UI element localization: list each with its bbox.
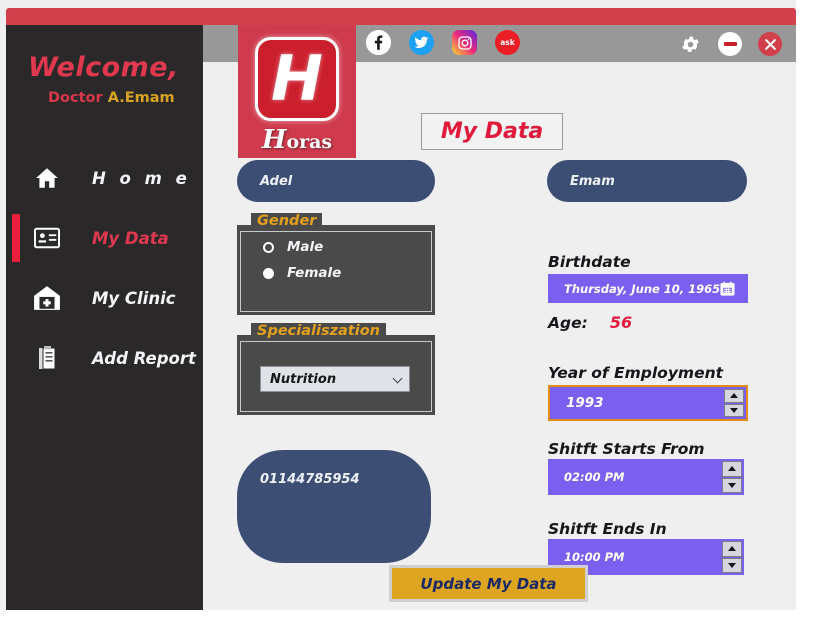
instagram-icon[interactable]	[452, 30, 477, 55]
year-of-employment-value: 1993	[566, 395, 604, 411]
specialization-legend: Specialiszation	[251, 323, 386, 339]
sidebar: Welcome, Doctor A.Emam H o m e My Data M…	[6, 25, 203, 610]
chevron-down-icon	[393, 374, 403, 384]
shift-start-value: 02:00 PM	[564, 470, 625, 484]
triangle-down-icon	[730, 407, 738, 413]
clinic-icon	[30, 281, 64, 315]
spinner-up-button[interactable]	[722, 461, 742, 477]
spinner-control[interactable]	[722, 461, 742, 493]
spinner-down-button[interactable]	[722, 557, 742, 573]
sidebar-item-label: Add Report	[92, 348, 196, 368]
brand-logo-panel: H Horas	[238, 25, 356, 158]
spinner-down-button[interactable]	[724, 403, 744, 417]
horas-logo-icon: H	[255, 37, 339, 121]
sidebar-item-add-report[interactable]: Add Report	[6, 328, 203, 388]
age-label: Age:	[548, 314, 588, 332]
doctor-name-line: Doctor A.Emam	[48, 90, 203, 106]
close-button[interactable]	[758, 32, 782, 56]
minimize-button[interactable]	[718, 32, 742, 56]
sidebar-item-label: My Data	[92, 228, 169, 248]
last-name-input[interactable]: Emam	[547, 160, 747, 202]
radio-label: Female	[287, 265, 342, 281]
doctor-name: A.Emam	[107, 90, 175, 106]
welcome-heading: Welcome,	[28, 52, 179, 83]
triangle-up-icon	[728, 466, 736, 472]
settings-gear-button[interactable]	[678, 32, 702, 56]
application-window: Welcome, Doctor A.Emam H o m e My Data M…	[0, 0, 796, 610]
age-value: 56	[609, 313, 633, 332]
age-row: Age: 56	[548, 313, 632, 332]
main-content: H Horas ask My Data Adel Emam Gender Mal…	[203, 25, 796, 610]
sidebar-item-my-clinic[interactable]: My Clinic	[6, 268, 203, 328]
brand-wordmark-cap: H	[261, 125, 287, 155]
year-of-employment-label: Year of Employment	[548, 364, 724, 382]
sidebar-nav: H o m e My Data My Clinic Add Report	[6, 148, 203, 388]
specialization-value: Nutrition	[270, 371, 337, 387]
logo-letter: H	[271, 42, 323, 115]
id-card-icon	[30, 221, 64, 255]
update-my-data-button[interactable]: Update My Data	[389, 565, 588, 602]
specialization-select[interactable]: Nutrition	[260, 366, 410, 392]
sidebar-item-home[interactable]: H o m e	[6, 148, 203, 208]
radio-male[interactable]: Male	[263, 239, 435, 255]
sidebar-item-my-data[interactable]: My Data	[6, 208, 203, 268]
active-marker	[12, 214, 20, 262]
gender-group: Gender Male Female	[237, 213, 435, 315]
radio-label: Male	[287, 239, 324, 255]
first-name-input[interactable]: Adel	[237, 160, 435, 202]
spinner-up-button[interactable]	[722, 541, 742, 557]
triangle-down-icon	[728, 482, 736, 488]
brand-wordmark: Horas	[238, 125, 356, 155]
triangle-up-icon	[728, 546, 736, 552]
shift-end-label: Shitft Ends In	[548, 520, 667, 538]
sidebar-item-label: My Clinic	[92, 288, 176, 308]
window-controls	[678, 32, 782, 56]
spinner-down-button[interactable]	[722, 477, 742, 493]
triangle-up-icon	[730, 393, 738, 399]
askfm-icon[interactable]: ask	[495, 30, 520, 55]
radio-female[interactable]: Female	[263, 265, 435, 281]
calendar-icon[interactable]	[719, 280, 736, 300]
triangle-down-icon	[728, 562, 736, 568]
facebook-icon[interactable]	[366, 30, 391, 55]
birthdate-picker[interactable]: Thursday, June 10, 1965	[548, 274, 748, 303]
birthdate-value: Thursday, June 10, 1965	[564, 281, 721, 296]
year-of-employment-stepper[interactable]: 1993	[548, 385, 748, 421]
social-links: ask	[366, 30, 520, 55]
spinner-up-button[interactable]	[724, 389, 744, 403]
shift-end-value: 10:00 PM	[564, 550, 625, 564]
home-icon	[30, 161, 64, 195]
clipboard-icon	[30, 341, 64, 375]
spinner-control[interactable]	[722, 541, 742, 573]
radio-dot-icon	[263, 241, 274, 253]
brand-wordmark-rest: oras	[286, 131, 333, 153]
sidebar-item-label: H o m e	[92, 168, 191, 188]
phone-input[interactable]: 01144785954	[237, 450, 431, 563]
shift-start-stepper[interactable]: 02:00 PM	[548, 459, 744, 495]
spinner-control[interactable]	[724, 389, 744, 417]
gender-legend: Gender	[251, 213, 323, 229]
twitter-icon[interactable]	[409, 30, 434, 55]
page-title: My Data	[421, 113, 563, 150]
radio-dot-icon	[263, 267, 274, 279]
doctor-prefix: Doctor	[48, 90, 103, 106]
window-title-bar	[6, 8, 796, 25]
birthdate-label: Birthdate	[548, 253, 631, 271]
askfm-label: ask	[500, 38, 515, 47]
shift-start-label: Shitft Starts From	[548, 440, 705, 458]
specialization-group: Specialiszation Nutrition	[237, 323, 435, 415]
